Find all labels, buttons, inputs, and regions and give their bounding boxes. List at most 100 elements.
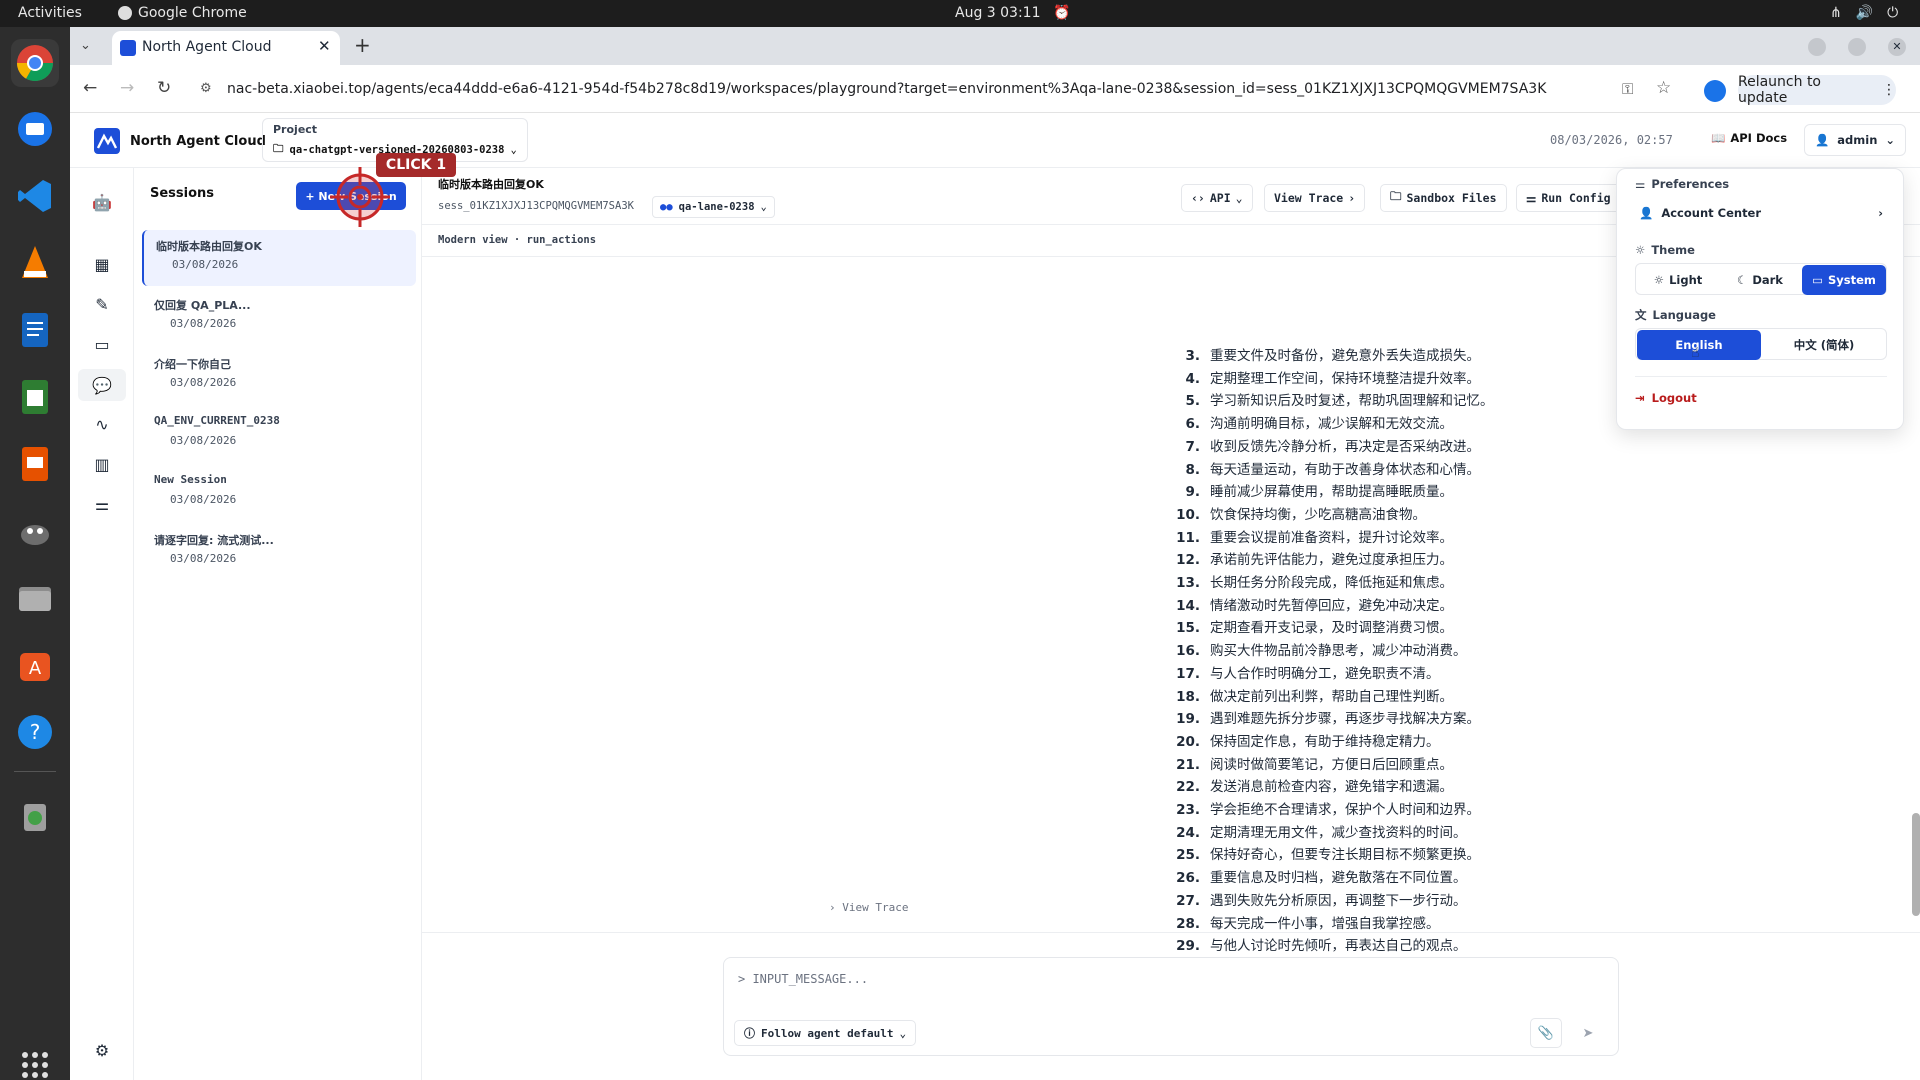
list-item-text: 定期查看开支记录，及时调整消费习惯。 [1210, 620, 1453, 637]
system-tray[interactable]: ⋔ 🔊 ⏻ [1830, 5, 1898, 21]
tab-close-icon[interactable]: ✕ [318, 37, 331, 55]
api-dropdown-button[interactable]: ‹› API ⌄ [1181, 184, 1253, 212]
window-close-icon[interactable]: ✕ [1888, 38, 1906, 56]
theme-light-option[interactable]: ☼ Light [1638, 265, 1718, 295]
calc-dock-icon[interactable] [11, 373, 59, 421]
list-item-text: 阅读时做简要笔记，方便日后回顾重点。 [1210, 756, 1453, 773]
list-item-text: 重要文件及时备份，避免意外丢失造成损失。 [1210, 348, 1480, 364]
password-key-icon[interactable]: ⚿ [1622, 80, 1633, 98]
gimp-dock-icon[interactable] [11, 507, 59, 555]
minimize-icon[interactable] [1808, 38, 1826, 56]
show-apps-icon[interactable] [11, 1041, 59, 1080]
relaunch-button[interactable]: Relaunch to update ⋮ [1738, 74, 1896, 106]
send-icon[interactable]: ➤ [1572, 1018, 1604, 1048]
sliders-icon[interactable]: ⚌ [90, 492, 114, 516]
sun-icon: ☼ [1635, 243, 1646, 257]
list-item-text: 重要会议提前准备资料，提升讨论效率。 [1210, 529, 1453, 546]
activity-pulse-icon[interactable]: ∿ [90, 412, 114, 436]
browser-tab-strip [70, 27, 1920, 65]
follow-agent-dropdown[interactable]: ⓘ Follow agent default ⌄ [734, 1020, 917, 1046]
brand-name[interactable]: North Agent Cloud [130, 134, 266, 149]
trash-dock-icon[interactable] [11, 791, 59, 839]
monitor-icon: ▭ [1812, 273, 1823, 287]
dock: A ? [0, 27, 70, 1080]
account-center-item[interactable]: 👤 Account Center › [1627, 197, 1895, 229]
api-label: API [1209, 191, 1231, 205]
thunderbird-dock-icon[interactable] [11, 105, 59, 153]
user-menu-button[interactable]: 👤 admin ⌄ [1804, 124, 1906, 156]
sandbox-files-button[interactable]: 🗀 Sandbox Files [1380, 184, 1507, 212]
tab-search-icon[interactable]: ⌄ [80, 38, 91, 53]
list-item-number: 21. [1176, 756, 1200, 773]
back-icon[interactable]: ← [83, 78, 97, 98]
theme-title: Theme [1651, 243, 1695, 257]
view-trace-button[interactable]: View Trace › [1264, 184, 1366, 212]
app-center-dock-icon[interactable]: A [11, 641, 59, 689]
list-item: 10. 饮食保持均衡，少吃高糖高油食物。 [1168, 503, 1426, 523]
session-item[interactable]: 临时版本路由回复OK 03/08/2026 [142, 230, 416, 286]
browser-tab[interactable]: North Agent Cloud ✕ [112, 31, 340, 65]
settings-gear-icon[interactable]: ⚙ [90, 1038, 114, 1062]
files-dock-icon[interactable] [11, 574, 59, 622]
system-top-bar: Activities Google Chrome Aug 3 03:11 ⏰ ⋔… [0, 0, 1920, 27]
forward-icon[interactable]: → [120, 78, 134, 98]
new-tab-icon[interactable]: + [354, 33, 371, 57]
logout-button[interactable]: ⇥ Logout [1635, 391, 1697, 405]
chrome-dock-icon[interactable] [11, 39, 59, 87]
environment-name: qa-lane-0238 [678, 201, 755, 213]
activities-button[interactable]: Activities [18, 5, 82, 21]
session-item[interactable]: 介绍一下你自己 03/08/2026 [142, 348, 416, 404]
tab-title: North Agent Cloud [142, 39, 272, 55]
attach-paperclip-icon[interactable]: 📎 [1530, 1018, 1562, 1048]
environment-selector[interactable]: ●● qa-lane-0238 ⌄ [652, 196, 775, 218]
session-item[interactable]: QA_ENV_CURRENT_0238 03/08/2026 [142, 406, 416, 462]
session-item[interactable]: 仅回复 QA_PLA... 03/08/2026 [142, 289, 416, 345]
bookmark-star-icon[interactable]: ☆ [1656, 78, 1671, 98]
maximize-icon[interactable] [1848, 38, 1866, 56]
agent-bot-icon[interactable]: 🤖 [90, 190, 114, 214]
session-name: 介绍一下你自己 [154, 358, 231, 371]
api-docs-link[interactable]: 📖 API Docs [1711, 131, 1787, 145]
list-item: 13. 长期任务分阶段完成，降低拖延和焦虑。 [1168, 571, 1453, 591]
run-config-button[interactable]: ⚌ Run Config [1516, 184, 1621, 212]
impress-dock-icon[interactable] [11, 440, 59, 488]
clock[interactable]: Aug 3 03:11 [955, 5, 1041, 21]
edit-pencil-icon[interactable]: ✎ [90, 292, 114, 316]
session-item[interactable]: New Session 03/08/2026 [142, 465, 416, 521]
list-item: 20. 保持固定作息，有助于维持稳定精力。 [1168, 730, 1439, 750]
scrollbar[interactable] [1910, 258, 1920, 1080]
sandbox-label: Sandbox Files [1406, 191, 1497, 205]
profile-avatar-icon[interactable] [1704, 80, 1726, 102]
active-app-indicator[interactable]: Google Chrome [118, 5, 247, 21]
session-item[interactable]: 请逐字回复: 流式测试... 03/08/2026 [142, 524, 416, 580]
vscode-dock-icon[interactable] [11, 172, 59, 220]
help-dock-icon[interactable]: ? [11, 708, 59, 756]
list-item-number: 5. [1185, 393, 1200, 410]
language-chinese-option[interactable]: 中文 (简体) [1763, 330, 1885, 360]
writer-dock-icon[interactable] [11, 306, 59, 354]
list-item-number: 6. [1185, 416, 1200, 433]
list-item: 19. 遇到难题先拆分步骤，再逐步寻找解决方案。 [1168, 707, 1480, 727]
theme-segmented-control: ☼ Light ☾ Dark ▭ System [1635, 263, 1887, 295]
reload-icon[interactable]: ↻ [157, 78, 171, 98]
list-item-number: 13. [1176, 575, 1200, 591]
vlc-dock-icon[interactable] [11, 239, 59, 287]
list-item-text: 每天完成一件小事，增强自我掌控感。 [1210, 915, 1440, 932]
chat-bubble-icon[interactable]: 💬 [78, 369, 126, 401]
list-item: 16. 购买大件物品前冷静思考，减少冲动消费。 [1168, 639, 1466, 659]
dashboard-grid-icon[interactable]: ▦ [90, 252, 114, 276]
terminal-icon[interactable]: ▭ [90, 332, 114, 356]
list-item-number: 14. [1176, 597, 1200, 614]
info-icon: ⓘ [744, 1027, 755, 1040]
theme-dark-option[interactable]: ☾ Dark [1720, 265, 1800, 295]
list-item-text: 与人合作时明确分工，避免职责不清。 [1210, 665, 1440, 682]
scrollbar-thumb[interactable] [1912, 813, 1920, 916]
list-item-number: 22. [1176, 779, 1200, 796]
mouse-cursor-icon: ☝ [1691, 345, 1700, 361]
site-info-icon[interactable]: ⚙ [200, 81, 212, 96]
address-bar[interactable]: nac-beta.xiaobei.top/agents/eca44ddd-e6a… [227, 72, 1707, 106]
theme-system-option[interactable]: ▭ System [1802, 265, 1886, 295]
bar-chart-icon[interactable]: ▥ [90, 452, 114, 476]
message-input[interactable]: > INPUT_MESSAGE... [738, 972, 868, 986]
view-trace-link[interactable]: › View Trace [829, 901, 908, 914]
